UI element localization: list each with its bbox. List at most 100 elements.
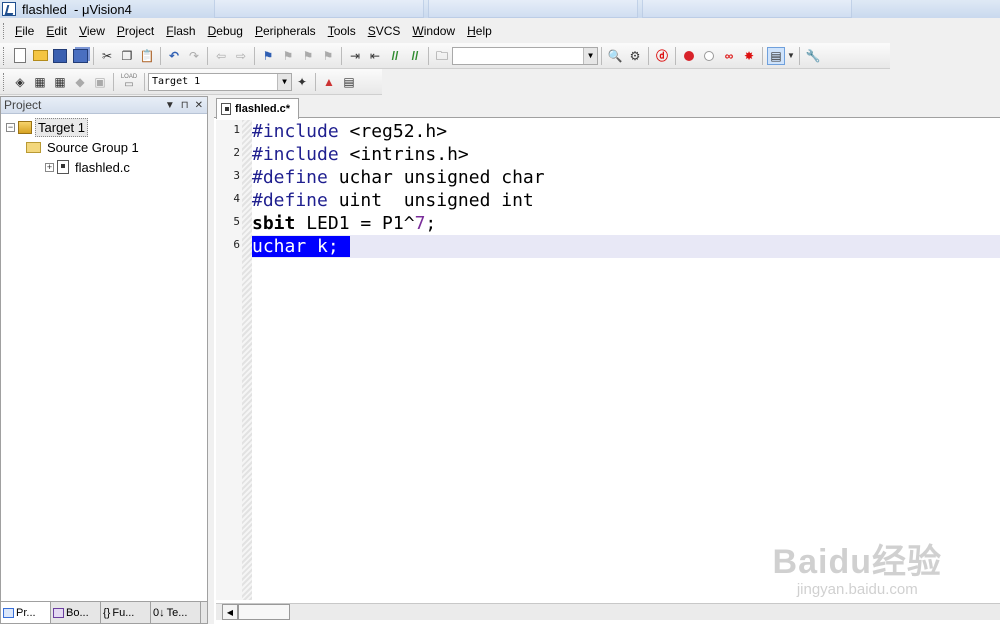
start-debug-button[interactable]: ⓓ bbox=[653, 47, 671, 65]
insert-bookmark-button[interactable]: ⚑ bbox=[259, 47, 277, 65]
indent-button[interactable]: ⇥ bbox=[346, 47, 364, 65]
menu-view[interactable]: View bbox=[73, 21, 111, 41]
window-layout-button[interactable]: ▤ bbox=[767, 46, 785, 65]
code-line-5[interactable]: sbit LED1 = P1^7; bbox=[252, 212, 1000, 235]
tree-item-label[interactable]: Target 1 bbox=[35, 117, 88, 137]
save-all-button[interactable] bbox=[71, 47, 89, 65]
redo-button[interactable]: ↷ bbox=[185, 47, 203, 65]
menu-help[interactable]: Help bbox=[461, 21, 498, 41]
rebuild-icon: ▦ bbox=[54, 74, 66, 89]
menu-peripherals[interactable]: Peripherals bbox=[249, 21, 322, 41]
line-number-gutter[interactable]: 1 2 3 4 5 6 bbox=[216, 120, 252, 600]
batch-build-button[interactable]: ◆ bbox=[71, 73, 89, 91]
menu-debug[interactable]: Debug bbox=[202, 21, 249, 41]
find-in-files-button[interactable]: 🗀 bbox=[433, 47, 451, 65]
code-line-4[interactable]: #define uint unsigned int bbox=[252, 189, 1000, 212]
code-line-2[interactable]: #include <intrins.h> bbox=[252, 143, 1000, 166]
kill-all-breakpoints-button[interactable]: ✸ bbox=[740, 47, 758, 65]
tree-item-file[interactable]: + flashled.c bbox=[1, 157, 207, 177]
menu-svcs[interactable]: SVCS bbox=[362, 21, 407, 41]
breakpoint-disabled-icon bbox=[704, 50, 714, 61]
target-options-button[interactable]: ✦ bbox=[293, 73, 311, 91]
paste-icon: 📋 bbox=[139, 48, 155, 63]
disable-all-breakpoints-button[interactable]: ∞ bbox=[720, 47, 738, 65]
translate-button[interactable]: ◈ bbox=[11, 73, 29, 91]
uncomment-button[interactable]: // bbox=[406, 47, 424, 65]
breakpoints-kill-icon: ✸ bbox=[743, 48, 755, 63]
tab-project[interactable]: Pr... bbox=[1, 602, 51, 623]
paste-button[interactable]: 📋 bbox=[138, 47, 156, 65]
menu-project[interactable]: Project bbox=[111, 21, 160, 41]
tab-templates[interactable]: 0↓ Te... bbox=[151, 602, 201, 623]
project-panel: Project ▼ ⊓ ✕ − Target 1 Source Group 1 … bbox=[0, 96, 208, 624]
insert-breakpoint-button[interactable] bbox=[680, 47, 698, 65]
next-bookmark-button[interactable]: ⚑ bbox=[299, 47, 317, 65]
undo-button[interactable]: ↶ bbox=[165, 47, 183, 65]
panel-dropdown-icon[interactable]: ▼ bbox=[165, 97, 175, 114]
clear-bookmarks-button[interactable]: ⚑ bbox=[319, 47, 337, 65]
code-line-1[interactable]: #include <reg52.h> bbox=[252, 120, 1000, 143]
target-select[interactable]: Target 1 ▼ bbox=[148, 72, 292, 91]
navigate-back-button[interactable]: ⇦ bbox=[212, 47, 230, 65]
unindent-button[interactable]: ⇤ bbox=[366, 47, 384, 65]
toolbar-grip[interactable] bbox=[3, 23, 7, 39]
manage-components-button[interactable]: ▲ bbox=[320, 73, 338, 91]
scroll-left-icon[interactable]: ◀ bbox=[222, 604, 238, 620]
editor-tab-flashled[interactable]: flashled.c* bbox=[216, 98, 300, 119]
menu-file[interactable]: File bbox=[9, 21, 40, 41]
menu-edit[interactable]: Edit bbox=[40, 21, 73, 41]
scrollbar-thumb[interactable] bbox=[238, 604, 290, 620]
horizontal-scrollbar[interactable]: ◀ bbox=[216, 603, 1000, 620]
chevron-down-icon[interactable]: ▼ bbox=[583, 47, 597, 64]
incremental-find-button[interactable]: ⚙ bbox=[626, 47, 644, 65]
code-line-3[interactable]: #define uchar unsigned char bbox=[252, 166, 1000, 189]
open-file-button[interactable] bbox=[31, 47, 49, 65]
tree-item-target[interactable]: − Target 1 bbox=[1, 117, 207, 137]
target-select-value: Target 1 bbox=[152, 76, 201, 87]
menu-flash[interactable]: Flash bbox=[160, 21, 201, 41]
find-combo[interactable]: ▼ bbox=[452, 46, 598, 65]
background-window-tab[interactable] bbox=[428, 0, 638, 18]
cut-button[interactable]: ✂ bbox=[98, 47, 116, 65]
tab-functions[interactable]: {} Fu... bbox=[101, 602, 151, 623]
enable-breakpoint-button[interactable] bbox=[700, 47, 718, 65]
code-editor[interactable]: #include <reg52.h> #include <intrins.h> … bbox=[252, 120, 1000, 600]
build-button[interactable]: ▦ bbox=[31, 73, 49, 91]
open-folder-icon bbox=[32, 50, 48, 61]
copy-button[interactable]: ❐ bbox=[118, 47, 136, 65]
find-button[interactable]: 🔍 bbox=[606, 47, 624, 65]
close-icon[interactable]: ✕ bbox=[195, 97, 203, 114]
file-toolbar: ✂ ❐ 📋 ↶ ↷ ⇦ ⇨ ⚑ ⚑ ⚑ ⚑ ⇥ ⇤ // // 🗀 ▼ 🔍 ⚙ … bbox=[0, 43, 890, 69]
menu-tools[interactable]: Tools bbox=[322, 21, 362, 41]
menu-window[interactable]: Window bbox=[406, 21, 461, 41]
preprocessor-directive: #define bbox=[252, 167, 328, 188]
load-button[interactable]: LOAD ▭ bbox=[118, 73, 140, 91]
tree-item-label[interactable]: flashled.c bbox=[73, 159, 132, 176]
comment-button[interactable]: // bbox=[386, 47, 404, 65]
background-window-tab[interactable] bbox=[642, 0, 852, 18]
window-layout-dropdown[interactable]: ▼ bbox=[787, 47, 795, 65]
code-line-6[interactable]: uchar k; bbox=[252, 235, 1000, 258]
navigate-forward-button[interactable]: ⇨ bbox=[232, 47, 250, 65]
background-window-tab[interactable] bbox=[214, 0, 424, 18]
stop-build-button[interactable]: ▣ bbox=[91, 73, 109, 91]
toolbar-grip[interactable] bbox=[3, 46, 7, 65]
rebuild-button[interactable]: ▦ bbox=[51, 73, 69, 91]
save-button[interactable] bbox=[51, 47, 69, 65]
pin-icon[interactable]: ⊓ bbox=[181, 97, 189, 114]
expand-icon[interactable]: + bbox=[45, 162, 54, 172]
separator bbox=[160, 46, 161, 65]
previous-bookmark-button[interactable]: ⚑ bbox=[279, 47, 297, 65]
chevron-down-icon[interactable]: ▼ bbox=[277, 73, 291, 90]
tree-item-label[interactable]: Source Group 1 bbox=[45, 139, 141, 156]
tree-item-source-group[interactable]: Source Group 1 bbox=[1, 137, 207, 157]
collapse-icon[interactable]: − bbox=[6, 122, 15, 132]
tab-books[interactable]: Bo... bbox=[51, 602, 101, 623]
configure-button[interactable]: 🔧 bbox=[804, 47, 822, 65]
breakpoint-margin[interactable] bbox=[242, 120, 252, 600]
line-number: 6 bbox=[233, 238, 240, 251]
new-file-button[interactable] bbox=[11, 47, 29, 65]
select-packs-button[interactable]: ▤ bbox=[340, 73, 358, 91]
toolbar-grip[interactable] bbox=[3, 72, 7, 91]
background-windows bbox=[214, 0, 852, 18]
